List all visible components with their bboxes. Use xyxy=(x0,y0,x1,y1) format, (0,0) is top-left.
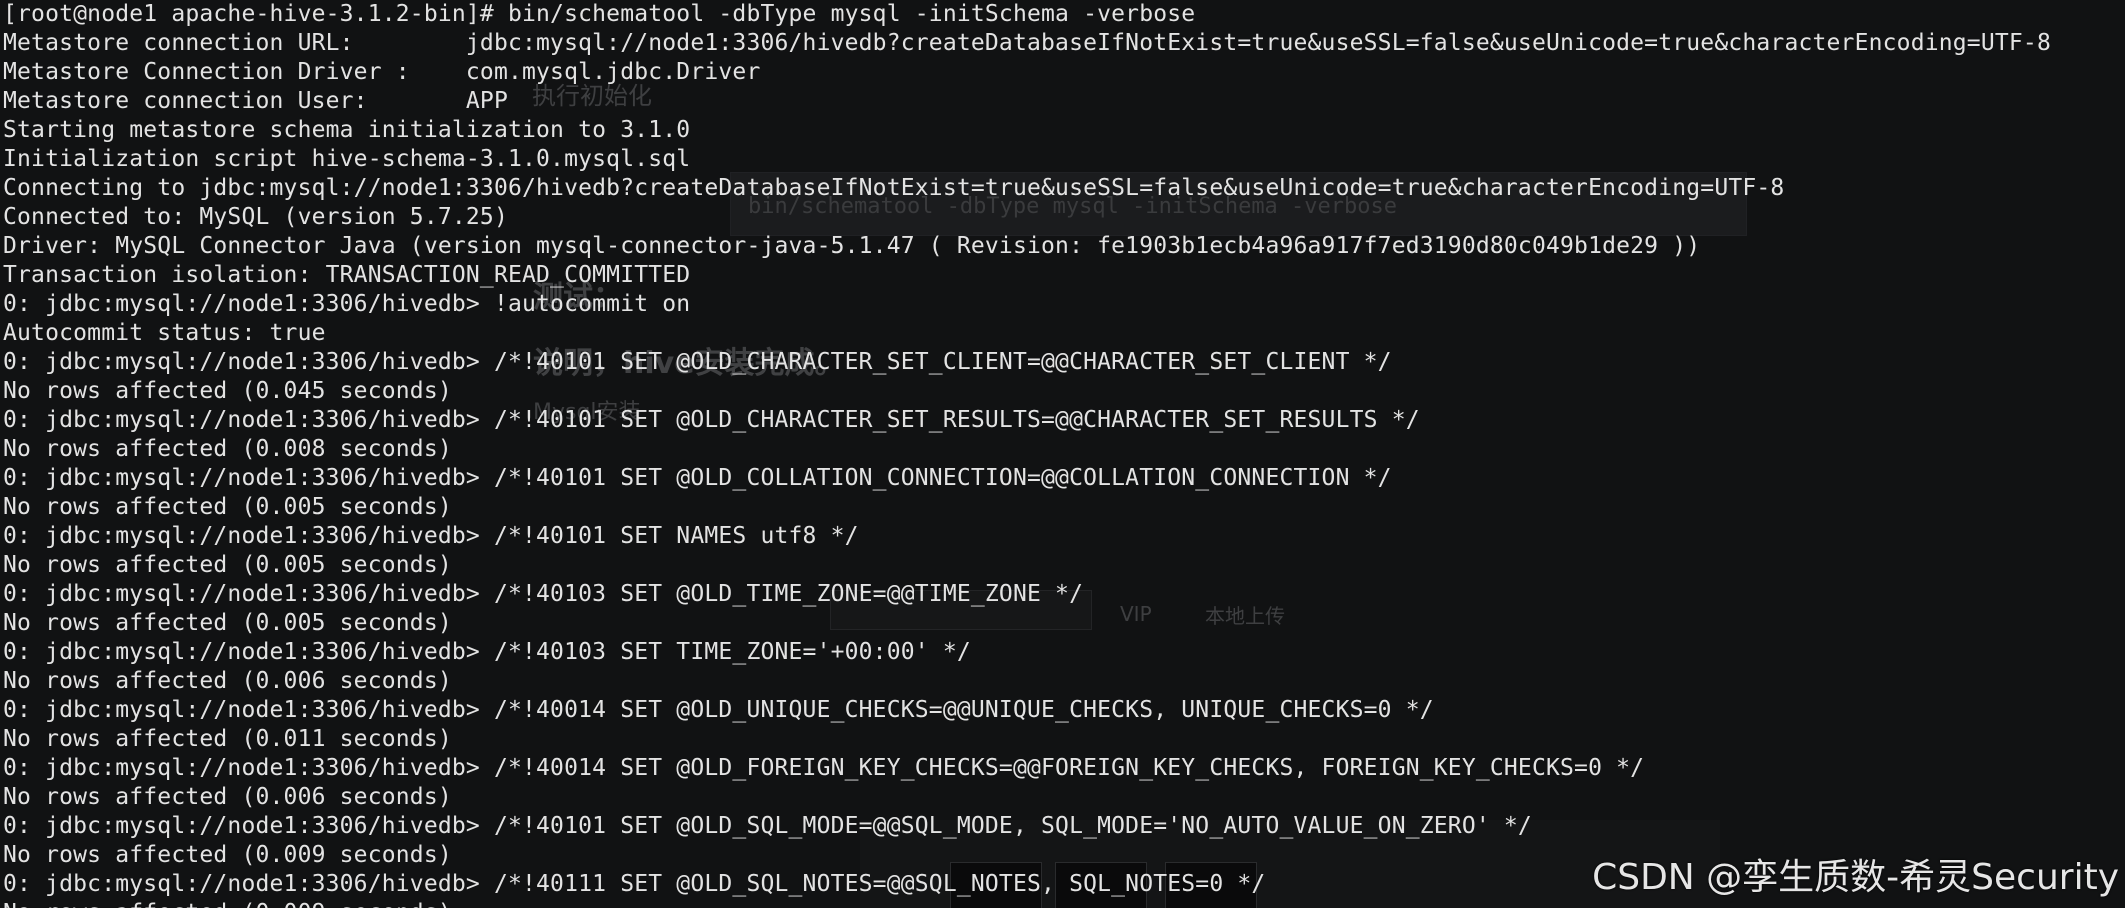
terminal-line: 0: jdbc:mysql://node1:3306/hivedb> /*!40… xyxy=(3,465,1392,491)
terminal-line: Transaction isolation: TRANSACTION_READ_… xyxy=(3,262,691,288)
terminal-line: Autocommit status: true xyxy=(3,320,326,346)
csdn-watermark: CSDN @孪生质数-希灵Security xyxy=(1592,857,2119,898)
terminal-line: 0: jdbc:mysql://node1:3306/hivedb> /*!40… xyxy=(3,349,1392,375)
terminal-line: Initialization script hive-schema-3.1.0.… xyxy=(3,146,691,172)
terminal-output: [root@node1 apache-hive-3.1.2-bin]# bin/… xyxy=(3,0,2051,908)
terminal-line: No rows affected (0.006 seconds) xyxy=(3,784,452,810)
terminal-line: 0: jdbc:mysql://node1:3306/hivedb> !auto… xyxy=(3,291,691,317)
terminal-line: Metastore Connection Driver : com.mysql.… xyxy=(3,59,761,85)
terminal-line: No rows affected (0.005 seconds) xyxy=(3,610,452,636)
terminal-line: No rows affected (0.045 seconds) xyxy=(3,378,452,404)
shell-prompt-line: [root@node1 apache-hive-3.1.2-bin]# bin/… xyxy=(3,1,1196,27)
terminal-line: Starting metastore schema initialization… xyxy=(3,117,691,143)
terminal-line: No rows affected (0.006 seconds) xyxy=(3,668,452,694)
terminal-line: Connected to: MySQL (version 5.7.25) xyxy=(3,204,508,230)
terminal-line: Driver: MySQL Connector Java (version my… xyxy=(3,233,1701,259)
terminal-line: No rows affected (0.005 seconds) xyxy=(3,552,452,578)
terminal-line: Connecting to jdbc:mysql://node1:3306/hi… xyxy=(3,175,1785,201)
terminal-line: 0: jdbc:mysql://node1:3306/hivedb> /*!40… xyxy=(3,813,1532,839)
terminal-line: Metastore connection User: APP xyxy=(3,88,508,114)
terminal-line: No rows affected (0.009 seconds) xyxy=(3,899,2051,908)
terminal-line: No rows affected (0.008 seconds) xyxy=(3,436,452,462)
terminal-line: No rows affected (0.005 seconds) xyxy=(3,494,452,520)
terminal-line: 0: jdbc:mysql://node1:3306/hivedb> /*!40… xyxy=(3,407,1420,433)
terminal-line: 0: jdbc:mysql://node1:3306/hivedb> /*!40… xyxy=(3,639,971,665)
terminal-line: 0: jdbc:mysql://node1:3306/hivedb> /*!40… xyxy=(3,581,1084,607)
terminal-line: No rows affected (0.011 seconds) xyxy=(3,726,452,752)
terminal-line: 0: jdbc:mysql://node1:3306/hivedb> /*!40… xyxy=(3,697,1434,723)
terminal-window[interactable]: 执行初始化 bin/schematool -dbType mysql -init… xyxy=(0,0,2125,908)
terminal-line: 0: jdbc:mysql://node1:3306/hivedb> /*!40… xyxy=(3,523,859,549)
terminal-line: 0: jdbc:mysql://node1:3306/hivedb> /*!40… xyxy=(3,755,1645,781)
terminal-line: Metastore connection URL: jdbc:mysql://n… xyxy=(3,30,2051,56)
